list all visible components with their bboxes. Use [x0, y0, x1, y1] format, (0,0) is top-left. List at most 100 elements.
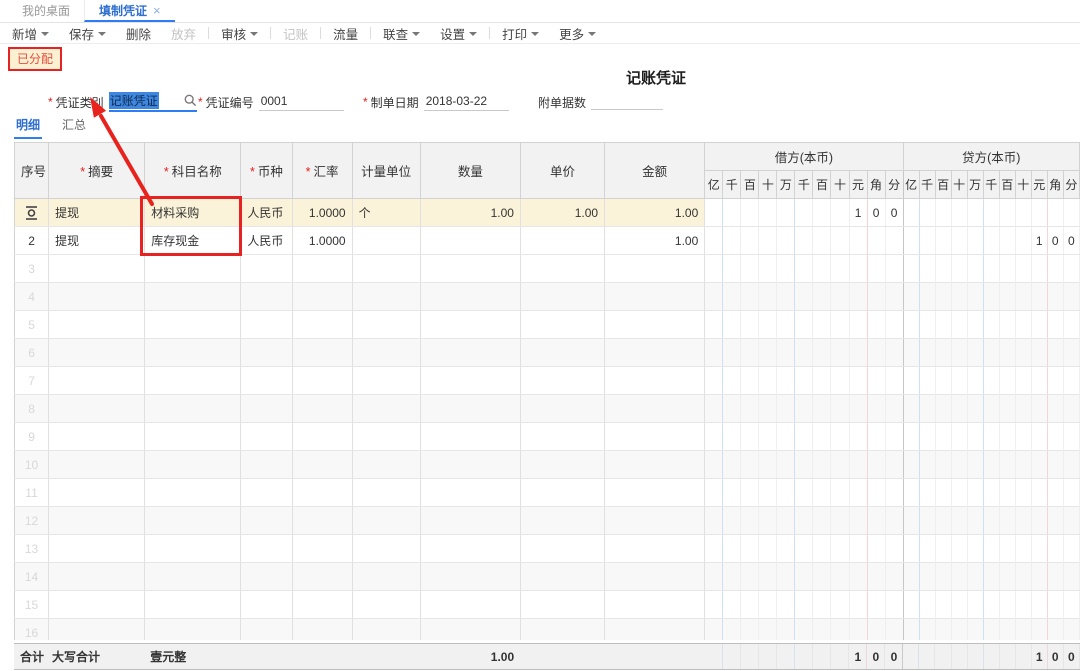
cell-qty[interactable]: [420, 395, 520, 423]
cell-currency[interactable]: [241, 367, 292, 395]
cell-price[interactable]: [520, 535, 604, 563]
cell-currency[interactable]: 人民币: [241, 199, 292, 227]
cell-currency[interactable]: [241, 479, 292, 507]
cell-account[interactable]: [145, 423, 241, 451]
cell-rate[interactable]: [292, 423, 352, 451]
cell-amount[interactable]: 1.00: [605, 199, 705, 227]
cell-qty[interactable]: [420, 591, 520, 619]
cell-unit[interactable]: [352, 255, 420, 283]
attachments-input[interactable]: [591, 94, 663, 110]
search-icon[interactable]: [184, 94, 197, 107]
cell-currency[interactable]: [241, 451, 292, 479]
cell-summary[interactable]: [49, 423, 145, 451]
cell-rate[interactable]: [292, 591, 352, 619]
cell-price[interactable]: [520, 283, 604, 311]
cell-unit[interactable]: [352, 563, 420, 591]
toolbar-item-delete[interactable]: 删除: [116, 24, 161, 43]
cell-row-number[interactable]: 12: [15, 507, 49, 535]
cell-summary[interactable]: [49, 395, 145, 423]
cell-rate[interactable]: [292, 619, 352, 641]
cell-summary[interactable]: [49, 535, 145, 563]
cell-account[interactable]: [145, 339, 241, 367]
cell-rate[interactable]: [292, 311, 352, 339]
cell-currency[interactable]: [241, 535, 292, 563]
cell-account[interactable]: 库存现金: [145, 227, 241, 255]
cell-account[interactable]: [145, 283, 241, 311]
tab-summary[interactable]: 汇总: [60, 114, 88, 139]
cell-amount[interactable]: 1.00: [605, 227, 705, 255]
cell-qty[interactable]: [420, 339, 520, 367]
toolbar-item-settings[interactable]: 设置: [430, 24, 487, 43]
cell-row-number[interactable]: 11: [15, 479, 49, 507]
cell-currency[interactable]: [241, 423, 292, 451]
cell-price[interactable]: [520, 339, 604, 367]
cell-unit[interactable]: [352, 507, 420, 535]
cell-qty[interactable]: [420, 423, 520, 451]
cell-summary[interactable]: 提现: [49, 199, 145, 227]
toolbar-item-audit[interactable]: 审核: [211, 24, 268, 43]
cell-amount[interactable]: [605, 451, 705, 479]
cell-amount[interactable]: [605, 367, 705, 395]
toolbar-item-flow[interactable]: 流量: [323, 24, 368, 43]
cell-unit[interactable]: [352, 423, 420, 451]
voucher-date-input[interactable]: 2018-03-22: [424, 93, 509, 111]
cell-account[interactable]: [145, 507, 241, 535]
cell-unit[interactable]: [352, 619, 420, 641]
cell-summary[interactable]: [49, 479, 145, 507]
cell-summary[interactable]: [49, 367, 145, 395]
cell-currency[interactable]: 人民币: [241, 227, 292, 255]
cell-currency[interactable]: [241, 619, 292, 641]
cell-currency[interactable]: [241, 255, 292, 283]
cell-row-number[interactable]: [15, 199, 49, 227]
cell-rate[interactable]: [292, 479, 352, 507]
cell-account[interactable]: [145, 619, 241, 641]
cell-unit[interactable]: 个: [352, 199, 420, 227]
cell-currency[interactable]: [241, 563, 292, 591]
cell-qty[interactable]: [420, 311, 520, 339]
voucher-type-input[interactable]: 记账凭证: [109, 92, 197, 112]
cell-amount[interactable]: [605, 479, 705, 507]
cell-qty[interactable]: [420, 507, 520, 535]
tab-my-desktop[interactable]: 我的桌面: [8, 0, 84, 22]
cell-amount[interactable]: [605, 507, 705, 535]
cell-qty[interactable]: [420, 283, 520, 311]
cell-rate[interactable]: [292, 339, 352, 367]
cell-rate[interactable]: [292, 451, 352, 479]
cell-summary[interactable]: [49, 255, 145, 283]
cell-rate[interactable]: [292, 367, 352, 395]
cell-summary[interactable]: [49, 339, 145, 367]
cell-price[interactable]: [520, 451, 604, 479]
cell-unit[interactable]: [352, 451, 420, 479]
cell-amount[interactable]: [605, 395, 705, 423]
voucher-number-input[interactable]: 0001: [259, 93, 344, 111]
cell-rate[interactable]: [292, 507, 352, 535]
cell-unit[interactable]: [352, 535, 420, 563]
cell-row-number[interactable]: 16: [15, 619, 49, 641]
cell-price[interactable]: [520, 619, 604, 641]
tab-fill-voucher[interactable]: 填制凭证 ×: [84, 0, 175, 22]
cell-summary[interactable]: [49, 283, 145, 311]
cell-amount[interactable]: [605, 619, 705, 641]
cell-summary[interactable]: 提现: [49, 227, 145, 255]
cell-currency[interactable]: [241, 339, 292, 367]
cell-account[interactable]: [145, 311, 241, 339]
cell-unit[interactable]: [352, 395, 420, 423]
cell-row-number[interactable]: 4: [15, 283, 49, 311]
cell-rate[interactable]: [292, 535, 352, 563]
tab-detail[interactable]: 明细: [14, 114, 42, 139]
cell-amount[interactable]: [605, 591, 705, 619]
cell-price[interactable]: [520, 227, 604, 255]
cell-unit[interactable]: [352, 283, 420, 311]
cell-account[interactable]: 材料采购: [145, 199, 241, 227]
cell-account[interactable]: [145, 535, 241, 563]
cell-account[interactable]: [145, 367, 241, 395]
cell-unit[interactable]: [352, 227, 420, 255]
cell-summary[interactable]: [49, 507, 145, 535]
cell-currency[interactable]: [241, 311, 292, 339]
cell-rate[interactable]: 1.0000: [292, 227, 352, 255]
cell-qty[interactable]: [420, 367, 520, 395]
cell-currency[interactable]: [241, 591, 292, 619]
cell-summary[interactable]: [49, 619, 145, 641]
cell-currency[interactable]: [241, 507, 292, 535]
cell-summary[interactable]: [49, 591, 145, 619]
